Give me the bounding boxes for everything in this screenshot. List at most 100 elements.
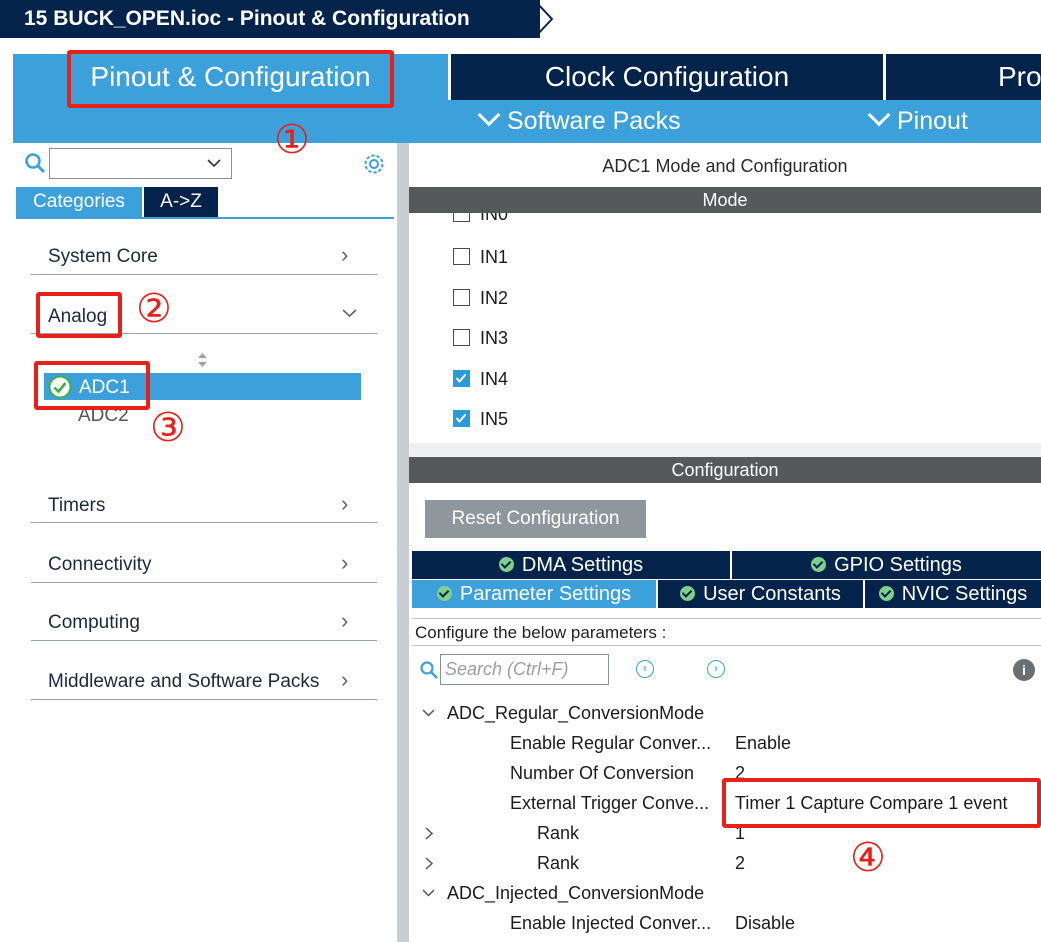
tab-label: Parameter Settings: [459, 583, 632, 605]
checkbox-label: IN5: [480, 409, 509, 429]
checkbox-icon[interactable]: [453, 289, 470, 306]
annotation-number-1: ①: [274, 118, 310, 162]
tab-nvic-settings[interactable]: NVIC Settings: [865, 580, 1041, 608]
divider: [31, 640, 377, 641]
category-computing[interactable]: Computing: [48, 612, 140, 634]
mode-list[interactable]: IN0 IN1 IN2 IN3 IN4 IN5: [409, 213, 1041, 443]
tab-underline: [16, 217, 394, 219]
tab-gpio-settings[interactable]: GPIO Settings: [732, 551, 1041, 579]
tab-project-manager[interactable]: Pro: [886, 54, 1041, 100]
param-enable-regular-label: Enable Regular Conver...: [510, 733, 712, 753]
pinout-label: Pinout: [897, 107, 968, 135]
divider: [31, 274, 377, 275]
tab-user-constants[interactable]: User Constants: [658, 580, 863, 608]
breadcrumb[interactable]: 15 BUCK_OPEN.ioc - Pinout & Configuratio…: [0, 0, 540, 38]
tab-a-z[interactable]: A->Z: [144, 187, 218, 217]
tab-dma-settings[interactable]: DMA Settings: [412, 551, 730, 579]
annotation-box-1: [67, 50, 394, 108]
checkbox-icon[interactable]: [453, 329, 470, 346]
checkbox-checked-icon[interactable]: [453, 370, 470, 387]
info-icon[interactable]: i: [1013, 659, 1035, 681]
checkbox-label: IN1: [480, 247, 509, 267]
checkbox-label: IN0: [480, 213, 509, 224]
chevron-right-icon[interactable]: ›: [341, 491, 348, 517]
chevron-right-icon[interactable]: ›: [341, 550, 348, 576]
chevron-down-icon: [477, 103, 501, 127]
checkbox-icon[interactable]: [453, 213, 470, 222]
annotation-number-4: ④: [850, 836, 886, 880]
tab-label: DMA Settings: [521, 554, 644, 576]
param-rank2-label: Rank: [537, 853, 580, 873]
param-enable-injected-label: Enable Injected Conver...: [510, 913, 712, 933]
checkbox-in0[interactable]: IN0: [453, 213, 508, 225]
divider: [31, 699, 377, 700]
tab-clock-configuration[interactable]: Clock Configuration: [451, 54, 883, 100]
software-packs-menu[interactable]: Software Packs: [477, 100, 681, 143]
param-enable-injected-value[interactable]: Disable: [735, 913, 795, 934]
tab-parameter-settings[interactable]: Parameter Settings: [412, 580, 656, 608]
tab-categories[interactable]: Categories: [16, 187, 142, 217]
divider: [31, 582, 377, 583]
breadcrumb-chevron-icon: [535, 1, 554, 37]
panel-title: ADC1 Mode and Configuration: [602, 156, 848, 176]
checkbox-label: IN2: [480, 288, 509, 308]
category-search-input[interactable]: [49, 148, 232, 179]
chevron-down-icon[interactable]: [421, 887, 436, 899]
tab-label: GPIO Settings: [834, 554, 962, 576]
search-icon[interactable]: [419, 660, 439, 680]
chevron-down-icon[interactable]: [341, 307, 358, 319]
sort-icon[interactable]: [196, 351, 209, 369]
parameter-search-input[interactable]: Search (Ctrl+F): [440, 654, 609, 685]
chevron-right-icon[interactable]: ›: [341, 242, 348, 268]
status-ok-icon: [878, 586, 894, 601]
checkbox-in3[interactable]: IN3: [453, 328, 508, 349]
param-enable-regular-value[interactable]: Enable: [735, 733, 791, 754]
pinout-menu[interactable]: Pinout: [867, 100, 968, 143]
chevron-right-icon[interactable]: [423, 826, 435, 841]
param-ext-trigger-label: External Trigger Conve...: [510, 793, 710, 813]
status-ok-icon: [680, 586, 696, 601]
section-gap: [409, 443, 1041, 457]
search-next-icon[interactable]: ›: [707, 660, 725, 678]
chevron-right-icon[interactable]: [423, 856, 435, 871]
reset-configuration-button[interactable]: Reset Configuration: [425, 500, 646, 538]
chevron-right-icon[interactable]: ›: [341, 667, 348, 693]
parameters-instruction: Configure the below parameters :: [412, 618, 1041, 646]
param-rank1-label: Rank: [537, 823, 580, 843]
panel-splitter[interactable]: [397, 143, 409, 942]
checkbox-in2[interactable]: IN2: [453, 288, 508, 309]
category-middleware[interactable]: Middleware and Software Packs: [48, 671, 319, 693]
param-rank2-value[interactable]: 2: [735, 853, 745, 874]
annotation-box-2: [36, 292, 122, 338]
divider: [31, 522, 377, 523]
search-previous-icon[interactable]: ‹: [636, 660, 654, 678]
param-num-conversion-label: Number Of Conversion: [510, 763, 695, 783]
checkbox-in5[interactable]: IN5: [453, 409, 508, 430]
category-system-core[interactable]: System Core: [48, 246, 158, 268]
checkbox-in1[interactable]: IN1: [453, 247, 508, 268]
annotation-box-4: [722, 778, 1041, 828]
search-icon[interactable]: [24, 152, 46, 174]
chevron-right-icon[interactable]: ›: [341, 608, 348, 634]
status-ok-icon: [811, 557, 827, 572]
chevron-down-icon[interactable]: [421, 707, 436, 719]
status-ok-icon: [498, 557, 514, 572]
checkbox-label: IN4: [480, 369, 509, 389]
annotation-number-3: ③: [150, 406, 186, 450]
chevron-down-icon: [867, 103, 891, 127]
checkbox-checked-icon[interactable]: [453, 410, 470, 427]
checkbox-label: IN3: [480, 328, 509, 348]
checkbox-icon[interactable]: [453, 248, 470, 265]
tab-label: User Constants: [703, 583, 841, 605]
configuration-header: Configuration: [409, 457, 1041, 483]
tree-group-injected[interactable]: ADC_Injected_ConversionMode: [447, 883, 704, 904]
chevron-down-icon[interactable]: [206, 157, 222, 169]
gear-icon[interactable]: [361, 151, 387, 177]
status-ok-icon: [436, 586, 452, 601]
tree-group-regular[interactable]: ADC_Regular_ConversionMode: [447, 703, 704, 724]
tab-label: NVIC Settings: [901, 583, 1028, 605]
category-timers[interactable]: Timers: [48, 495, 105, 517]
annotation-box-3: [34, 361, 150, 410]
category-connectivity[interactable]: Connectivity: [48, 554, 152, 576]
checkbox-in4[interactable]: IN4: [453, 369, 508, 390]
